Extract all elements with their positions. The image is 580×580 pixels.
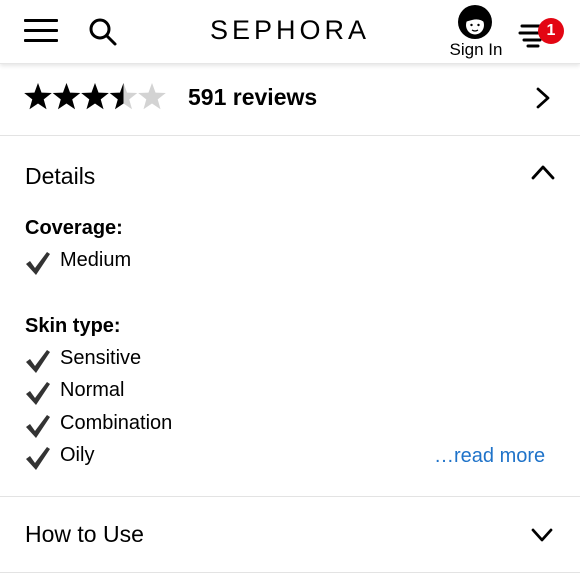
reviews-summary-row[interactable]: 591 reviews	[0, 64, 580, 136]
coverage-label: Coverage:	[25, 217, 123, 239]
read-more-link[interactable]: …read more	[434, 445, 545, 468]
rating-star	[138, 83, 166, 110]
checkmark-icon	[26, 382, 50, 405]
skin-type-value: Sensitive	[60, 347, 142, 369]
details-title: Details	[25, 163, 96, 189]
reviews-count: 591 reviews	[188, 84, 318, 110]
star-rating	[24, 83, 166, 110]
basket-count-badge: 1	[538, 18, 564, 44]
checkmark-icon	[26, 415, 50, 438]
skin-type-value: Combination	[60, 412, 173, 434]
details-accordion-header[interactable]: Details	[0, 137, 580, 207]
skin-type-label: Skin type:	[25, 315, 121, 337]
checkmark-icon	[26, 447, 50, 470]
rating-star	[52, 83, 81, 110]
sign-in-label: Sign In	[449, 40, 503, 59]
how-to-use-accordion-header[interactable]: How to Use	[0, 497, 580, 573]
rating-star	[109, 83, 138, 110]
chevron-right-icon	[536, 87, 550, 109]
chevron-down-icon	[531, 528, 553, 542]
chevron-up-icon[interactable]	[530, 162, 556, 182]
rating-star	[81, 83, 109, 110]
basket-button[interactable]: 1	[518, 14, 568, 54]
coverage-value: Medium	[60, 249, 132, 271]
skin-type-value: Normal	[60, 379, 125, 401]
skin-type-value: Oily	[60, 444, 95, 466]
top-nav-bar: SEPHORA Sign In 1	[0, 0, 580, 64]
rating-star	[24, 83, 52, 110]
checkmark-icon	[26, 350, 50, 373]
how-to-use-title: How to Use	[25, 521, 144, 547]
sign-in-button[interactable]: Sign In	[445, 4, 507, 60]
account-avatar-icon	[458, 5, 492, 39]
checkmark-icon	[26, 252, 50, 275]
